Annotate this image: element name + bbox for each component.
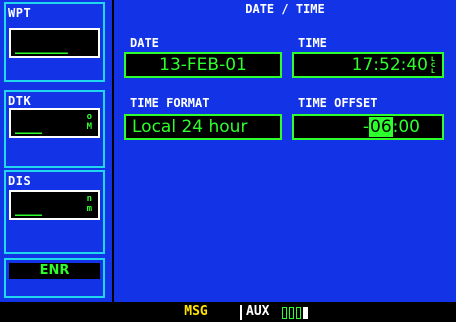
time-suffix: LCL [431, 56, 436, 75]
wpt-field: ______ [9, 28, 100, 58]
dtk-label: DTK [8, 94, 32, 108]
wpt-value: ______ [15, 35, 68, 54]
time-offset-minutes: :00 [392, 117, 420, 137]
dis-unit-top: n [86, 194, 92, 204]
msg-annunciator[interactable]: MSG [167, 304, 225, 320]
time-format-label: TIME FORMAT [130, 96, 210, 110]
time-value: 17:52:40 [351, 55, 428, 75]
time-format-field[interactable]: Local 24 hour [124, 114, 282, 140]
dis-box: DIS ___ n m [4, 170, 105, 254]
time-label: TIME [298, 36, 327, 50]
page-indicator-box [289, 307, 294, 319]
date-field[interactable]: 13-FEB-01 [124, 52, 282, 78]
page-title: DATE / TIME [245, 2, 325, 16]
date-value: 13-FEB-01 [159, 55, 247, 75]
time-offset-label: TIME OFFSET [298, 96, 378, 110]
wpt-label: WPT [8, 6, 32, 20]
dis-field: ___ n m [9, 190, 100, 220]
dis-unit-bottom: m [86, 204, 92, 214]
aux-separator [240, 305, 242, 320]
page-indicator-box [282, 307, 287, 319]
gps-screen: WPT ______ DTK ___ o M DIS ___ n m ENR D… [0, 0, 456, 322]
status-bar: MSG AUX [0, 302, 456, 322]
dtk-value: ___ [15, 115, 42, 134]
dtk-unit-bottom: M [86, 122, 92, 132]
dis-value: ___ [15, 197, 42, 216]
wpt-box: WPT ______ [4, 2, 105, 82]
page-indicator-box [296, 307, 301, 319]
dtk-unit-top: o [86, 112, 92, 122]
time-field[interactable]: 17:52:40 LCL [292, 52, 444, 78]
dtk-box: DTK ___ o M [4, 90, 105, 168]
dtk-field: ___ o M [9, 108, 100, 138]
nav-mode-label: ENR [9, 263, 100, 279]
left-data-panel: WPT ______ DTK ___ o M DIS ___ n m ENR [0, 0, 112, 302]
aux-page-group: AUX [246, 304, 270, 319]
date-time-page: DATE / TIME DATE 13-FEB-01 TIME 17:52:40… [114, 0, 456, 302]
date-label: DATE [130, 36, 159, 50]
page-indicator-box [303, 307, 308, 319]
nav-mode-box: ENR [4, 258, 105, 298]
dis-label: DIS [8, 174, 32, 188]
time-offset-cursor[interactable]: 06 [369, 117, 393, 137]
time-format-value: Local 24 hour [132, 117, 248, 137]
time-offset-field[interactable]: -06:00 [292, 114, 444, 140]
